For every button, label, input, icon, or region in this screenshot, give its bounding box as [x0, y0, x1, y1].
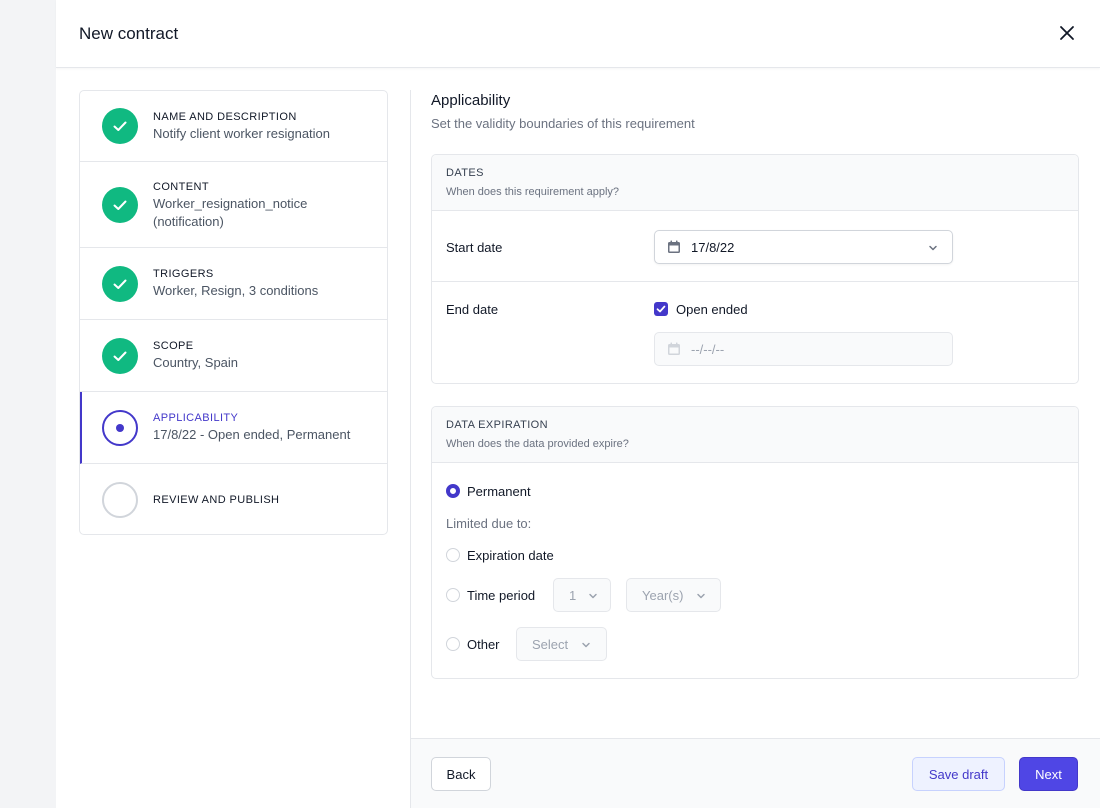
- modal-title: New contract: [79, 24, 179, 43]
- step-title: CONTENT: [153, 181, 209, 193]
- step-complete-check-icon: [102, 187, 138, 223]
- end-date-placeholder: --/--/--: [691, 342, 725, 357]
- other-reason-select[interactable]: Select: [516, 627, 607, 661]
- step-description: Worker_resignation_notice (notification): [153, 196, 308, 229]
- dates-card-header: DATES When does this requirement apply?: [432, 155, 1078, 211]
- step-title: TRIGGERS: [153, 268, 214, 280]
- chevron-down-icon: [589, 593, 597, 599]
- other-placeholder: Select: [532, 637, 569, 652]
- chevron-down-icon: [929, 245, 937, 251]
- steps-panel: NAME AND DESCRIPTION Notify client worke…: [79, 90, 388, 535]
- step-scope[interactable]: SCOPE Country, Spain: [80, 320, 387, 392]
- section-title: Applicability: [431, 92, 511, 109]
- new-contract-modal: New contract NAME AND DESCRIPTION Notify…: [56, 0, 1100, 808]
- start-date-label: Start date: [446, 240, 503, 255]
- step-title: NAME AND DESCRIPTION: [153, 111, 297, 123]
- step-title: SCOPE: [153, 340, 194, 352]
- expiration-date-radio[interactable]: [446, 548, 460, 562]
- limited-due-to-label: Limited due to:: [446, 516, 532, 531]
- step-complete-check-icon: [102, 338, 138, 374]
- step-applicability[interactable]: APPLICABILITY 17/8/22 - Open ended, Perm…: [80, 392, 387, 464]
- chevron-down-icon: [697, 593, 705, 599]
- open-ended-checkbox[interactable]: [654, 302, 668, 316]
- step-pending-circle-icon: [102, 482, 138, 518]
- time-period-value: 1: [569, 588, 577, 603]
- time-period-radio[interactable]: [446, 588, 460, 602]
- expiration-card-title: DATA EXPIRATION: [446, 419, 548, 431]
- next-button[interactable]: Next: [1019, 757, 1078, 791]
- dates-card-title: DATES: [446, 167, 484, 179]
- dates-card: DATES When does this requirement apply? …: [431, 154, 1079, 384]
- expiration-card-subtitle: When does the data provided expire?: [446, 438, 629, 450]
- data-expiration-card: DATA EXPIRATION When does the data provi…: [431, 406, 1079, 679]
- end-date-picker: --/--/--: [654, 332, 953, 366]
- step-description: 17/8/22 - Open ended, Permanent: [153, 427, 351, 442]
- back-button[interactable]: Back: [431, 757, 491, 791]
- step-current-dot-icon: [102, 410, 138, 446]
- other-radio[interactable]: [446, 637, 460, 651]
- calendar-icon: [668, 240, 680, 253]
- expiration-card-header: DATA EXPIRATION When does the data provi…: [432, 407, 1078, 463]
- time-period-value-select[interactable]: 1: [553, 578, 611, 612]
- page-backdrop: [0, 0, 56, 808]
- step-title: REVIEW AND PUBLISH: [153, 494, 280, 506]
- panel-divider: [410, 90, 411, 808]
- calendar-icon: [668, 342, 680, 355]
- close-icon[interactable]: [1056, 22, 1078, 44]
- permanent-radio[interactable]: [446, 484, 460, 498]
- step-name-and-description[interactable]: NAME AND DESCRIPTION Notify client worke…: [80, 91, 387, 162]
- step-description: Country, Spain: [153, 355, 239, 370]
- step-content[interactable]: CONTENT Worker_resignation_notice (notif…: [80, 162, 387, 248]
- row-divider: [432, 281, 1078, 282]
- time-period-unit: Year(s): [642, 588, 684, 603]
- step-triggers[interactable]: TRIGGERS Worker, Resign, 3 conditions: [80, 248, 387, 320]
- start-date-value: 17/8/22: [691, 240, 735, 255]
- step-description: Worker, Resign, 3 conditions: [153, 283, 319, 298]
- section-subtitle: Set the validity boundaries of this requ…: [431, 116, 695, 131]
- permanent-label: Permanent: [467, 484, 531, 499]
- step-title: APPLICABILITY: [153, 412, 239, 424]
- expiration-date-label: Expiration date: [467, 548, 554, 563]
- step-description: Notify client worker resignation: [153, 126, 331, 141]
- save-draft-button[interactable]: Save draft: [912, 757, 1005, 791]
- step-complete-check-icon: [102, 266, 138, 302]
- step-review-and-publish[interactable]: REVIEW AND PUBLISH: [80, 464, 387, 534]
- modal-header: New contract: [56, 0, 1100, 68]
- time-period-label: Time period: [467, 588, 536, 603]
- end-date-label: End date: [446, 302, 499, 317]
- open-ended-label: Open ended: [676, 302, 748, 317]
- other-label: Other: [467, 637, 500, 652]
- start-date-picker[interactable]: 17/8/22: [654, 230, 953, 264]
- modal-footer: Back Save draft Next: [411, 738, 1100, 808]
- time-period-unit-select[interactable]: Year(s): [626, 578, 721, 612]
- check-icon: [656, 305, 666, 313]
- chevron-down-icon: [582, 642, 590, 648]
- step-complete-check-icon: [102, 108, 138, 144]
- dates-card-subtitle: When does this requirement apply?: [446, 186, 620, 198]
